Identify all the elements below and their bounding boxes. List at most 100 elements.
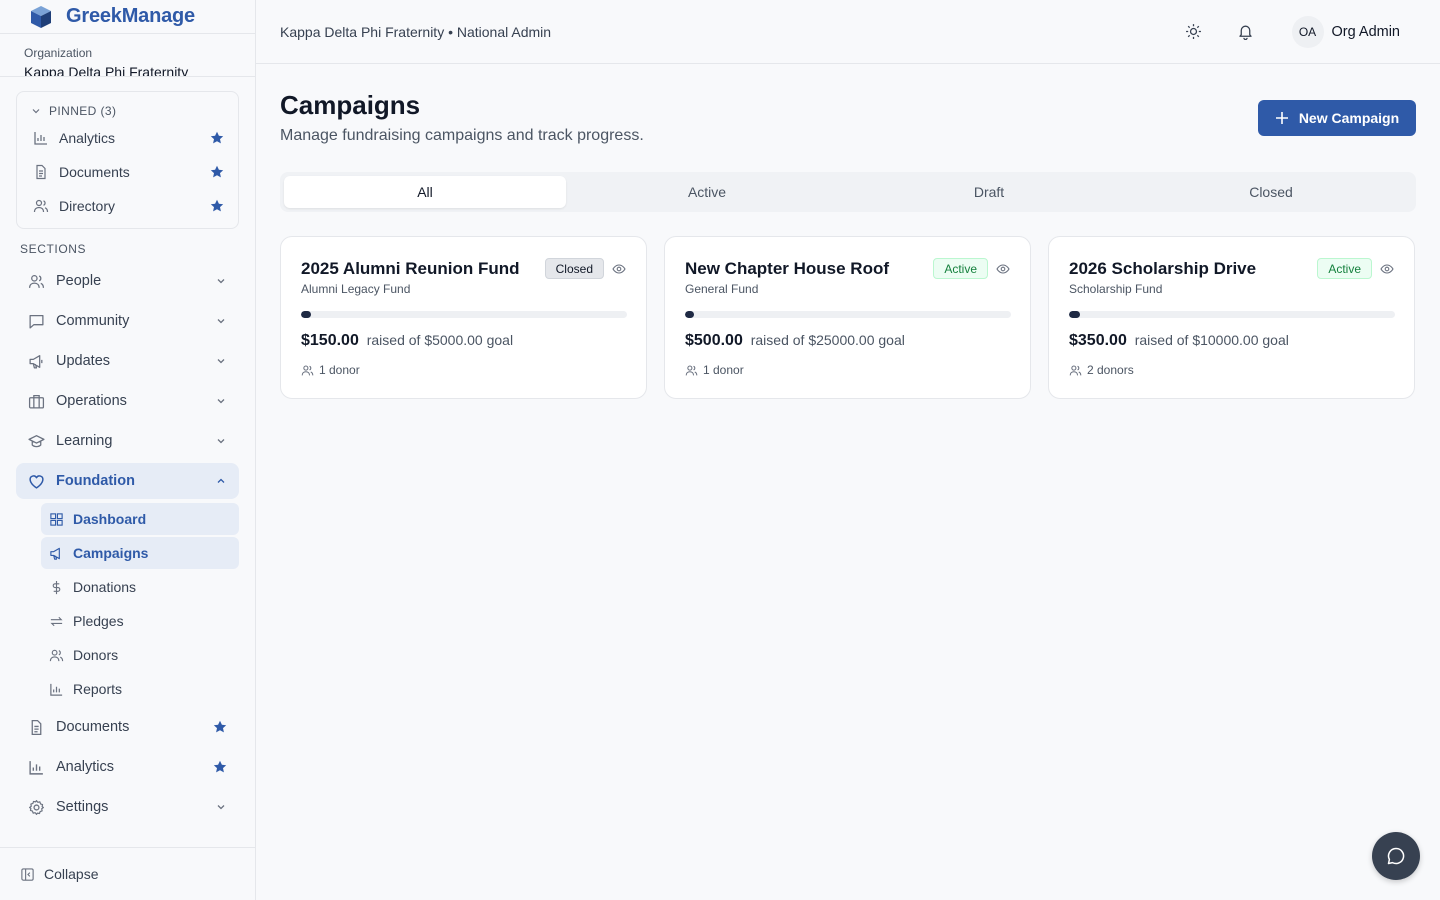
- sidebar-item-learning[interactable]: Learning: [16, 423, 239, 459]
- star-icon[interactable]: [210, 199, 224, 213]
- layout-grid-icon: [50, 512, 63, 526]
- campaign-fund: Scholarship Fund: [1069, 282, 1163, 296]
- document-icon: [31, 719, 42, 735]
- star-icon[interactable]: [213, 720, 227, 734]
- chevron-down-icon: [217, 319, 225, 324]
- donor-count: 2 donors: [1069, 363, 1394, 377]
- theme-toggle-button[interactable]: [1174, 12, 1214, 52]
- sidebar-item-settings[interactable]: Settings: [16, 789, 239, 825]
- top-bar: Kappa Delta Phi Fraternity • National Ad…: [256, 0, 1440, 64]
- sidebar-item-label: Foundation: [56, 473, 135, 489]
- campaign-card[interactable]: New Chapter House Roof Active General Fu…: [664, 236, 1031, 399]
- amount-line: $500.00 raised of $25000.00 goal: [685, 332, 1010, 350]
- star-icon[interactable]: [210, 131, 224, 145]
- pinned-item-label: Directory: [59, 198, 116, 214]
- panel-left-icon: [21, 867, 34, 881]
- pinned-section: PINNED (3) Analytics Documents Directory: [16, 91, 239, 229]
- brand[interactable]: GreekManage: [0, 0, 255, 33]
- amount-line: $150.00 raised of $5000.00 goal: [301, 332, 626, 350]
- megaphone-icon: [29, 354, 43, 369]
- pinned-toggle[interactable]: PINNED (3): [17, 92, 238, 121]
- chevron-down-icon: [217, 805, 225, 810]
- sidebar-item-documents[interactable]: Documents: [16, 709, 239, 745]
- tab-all[interactable]: All: [284, 176, 566, 208]
- status-badge: Active: [933, 258, 988, 279]
- sidebar-item-updates[interactable]: Updates: [16, 343, 239, 379]
- campaign-fund: General Fund: [685, 282, 759, 296]
- pinned-item-directory[interactable]: Directory: [17, 189, 238, 223]
- sidebar-subitem-reports[interactable]: Reports: [41, 673, 239, 705]
- sidebar-item-label: Documents: [56, 719, 130, 735]
- org-switcher[interactable]: Organization Kappa Delta Phi Fraternity: [0, 33, 255, 77]
- avatar: OA: [1291, 15, 1324, 48]
- heart-icon: [29, 474, 44, 489]
- chat-button[interactable]: [1372, 832, 1420, 880]
- campaign-card[interactable]: 2026 Scholarship Drive Active Scholarshi…: [1048, 236, 1415, 399]
- sidebar-subitem-donations[interactable]: Donations: [41, 571, 239, 603]
- plus-icon: [1275, 112, 1288, 124]
- user-name: Org Admin: [1331, 23, 1401, 40]
- chevron-down-icon: [32, 109, 40, 114]
- sidebar-item-label: Learning: [56, 433, 113, 449]
- eye-icon[interactable]: [612, 262, 626, 276]
- collapse-sidebar-button[interactable]: Collapse: [0, 847, 256, 900]
- pinned-item-label: Documents: [59, 164, 130, 180]
- campaign-title: New Chapter House Roof: [685, 259, 890, 278]
- pinned-item-documents[interactable]: Documents: [17, 155, 238, 189]
- notifications-button[interactable]: [1226, 12, 1266, 52]
- breadcrumb: Kappa Delta Phi Fraternity • National Ad…: [280, 23, 552, 40]
- sidebar-item-foundation[interactable]: Foundation: [16, 463, 239, 499]
- sidebar-item-label: Settings: [56, 799, 109, 815]
- sidebar-item-people[interactable]: People: [16, 263, 239, 299]
- sidebar-item-operations[interactable]: Operations: [16, 383, 239, 419]
- star-icon[interactable]: [213, 760, 227, 774]
- sidebar-item-label: Operations: [56, 393, 127, 409]
- donor-count: 1 donor: [685, 363, 1010, 377]
- sidebar-item-label: Analytics: [56, 759, 115, 775]
- foundation-submenu: Dashboard Campaigns Donations Pledges Do…: [41, 503, 239, 705]
- chevron-up-icon: [217, 478, 225, 483]
- pinned-header: PINNED (3): [49, 104, 117, 118]
- tab-active[interactable]: Active: [566, 176, 848, 208]
- amount-line: $350.00 raised of $10000.00 goal: [1069, 332, 1394, 350]
- sidebar-item-label: Community: [56, 313, 130, 329]
- sidebar-subitem-label: Campaigns: [73, 545, 149, 561]
- sidebar-item-community[interactable]: Community: [16, 303, 239, 339]
- tab-draft[interactable]: Draft: [848, 176, 1130, 208]
- tab-closed[interactable]: Closed: [1130, 176, 1412, 208]
- org-name: Kappa Delta Phi Fraternity: [24, 64, 189, 77]
- campaign-title: 2025 Alumni Reunion Fund: [301, 259, 520, 278]
- bell-icon: [1239, 25, 1252, 40]
- eye-icon[interactable]: [1380, 262, 1394, 276]
- star-icon[interactable]: [210, 165, 224, 179]
- sidebar-item-analytics[interactable]: Analytics: [16, 749, 239, 785]
- gear-icon: [29, 799, 44, 815]
- status-tabs: All Active Draft Closed: [280, 172, 1416, 212]
- brand-name: GreekManage: [66, 5, 195, 27]
- eye-icon[interactable]: [996, 262, 1010, 276]
- donor-count-label: 2 donors: [1087, 363, 1134, 377]
- user-menu[interactable]: OA Org Admin: [1291, 15, 1401, 48]
- chevron-down-icon: [217, 279, 225, 284]
- new-campaign-button[interactable]: New Campaign: [1258, 100, 1416, 136]
- users-icon: [685, 365, 698, 375]
- sidebar-subitem-pledges[interactable]: Pledges: [41, 605, 239, 637]
- sidebar-subitem-dashboard[interactable]: Dashboard: [41, 503, 239, 535]
- sidebar-subitem-donors[interactable]: Donors: [41, 639, 239, 671]
- sidebar-item-label: People: [56, 273, 102, 289]
- page-title: Campaigns: [280, 90, 421, 120]
- campaign-card[interactable]: 2025 Alumni Reunion Fund Closed Alumni L…: [280, 236, 647, 399]
- sidebar-subitem-label: Donations: [73, 579, 137, 595]
- pinned-item-analytics[interactable]: Analytics: [17, 121, 238, 155]
- bar-chart-icon: [34, 132, 47, 145]
- pinned-item-label: Analytics: [59, 130, 116, 146]
- sidebar-subitem-campaigns[interactable]: Campaigns: [41, 537, 239, 569]
- raised-amount: $350.00: [1069, 332, 1127, 349]
- briefcase-icon: [28, 394, 45, 409]
- sun-icon: [1186, 24, 1201, 39]
- new-campaign-label: New Campaign: [1298, 110, 1400, 126]
- progress-fill: [1069, 311, 1081, 318]
- chevron-down-icon: [217, 399, 225, 404]
- collapse-label: Collapse: [44, 866, 99, 882]
- repeat-icon: [50, 616, 63, 626]
